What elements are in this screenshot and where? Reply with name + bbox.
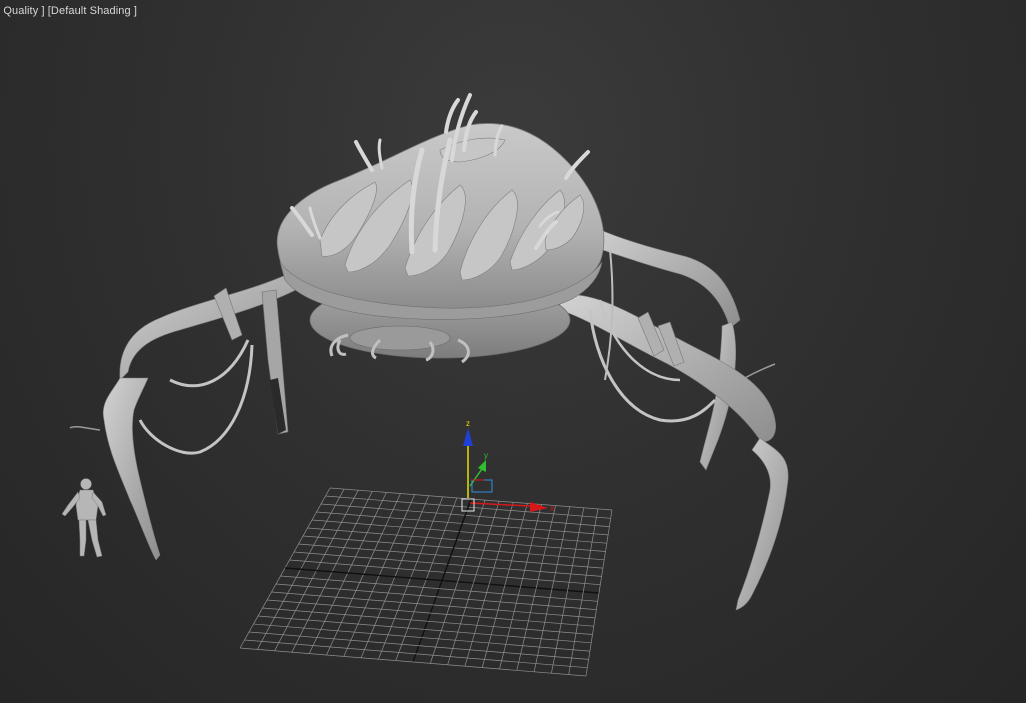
home-grid — [239, 487, 613, 677]
gizmo-x-arrow[interactable] — [530, 502, 548, 512]
cable-right-4 — [744, 363, 776, 379]
human-reference-figure[interactable] — [61, 478, 107, 558]
perspective-viewport[interactable]: n Quality ] [Default Shading ] — [0, 0, 1026, 703]
grid-line — [248, 631, 589, 660]
grid-line — [253, 623, 590, 652]
grid-line — [585, 509, 613, 677]
gizmo-xy-plane[interactable] — [471, 479, 493, 493]
creature-mouth — [349, 325, 451, 351]
creature-model[interactable] — [69, 93, 789, 611]
gizmo-y-label: y — [484, 451, 488, 460]
cable-left-3 — [69, 426, 101, 431]
grid-line — [239, 647, 587, 677]
grid-line — [568, 508, 599, 675]
cable-left-1 — [169, 339, 250, 388]
scene-canvas[interactable]: z y x — [0, 0, 1026, 703]
leg-right-front — [559, 294, 776, 442]
leg-right-front-lower — [735, 437, 789, 611]
grid-line — [244, 639, 588, 669]
leg-left-lower — [102, 377, 161, 561]
gizmo-z-arrow[interactable] — [463, 428, 473, 446]
gizmo-y-arrow[interactable] — [478, 460, 486, 472]
transform-gizmo-icon[interactable]: z y x — [461, 419, 554, 513]
gizmo-x-label: x — [550, 504, 554, 513]
grid-line — [551, 507, 585, 674]
gizmo-z-label: z — [466, 419, 470, 428]
